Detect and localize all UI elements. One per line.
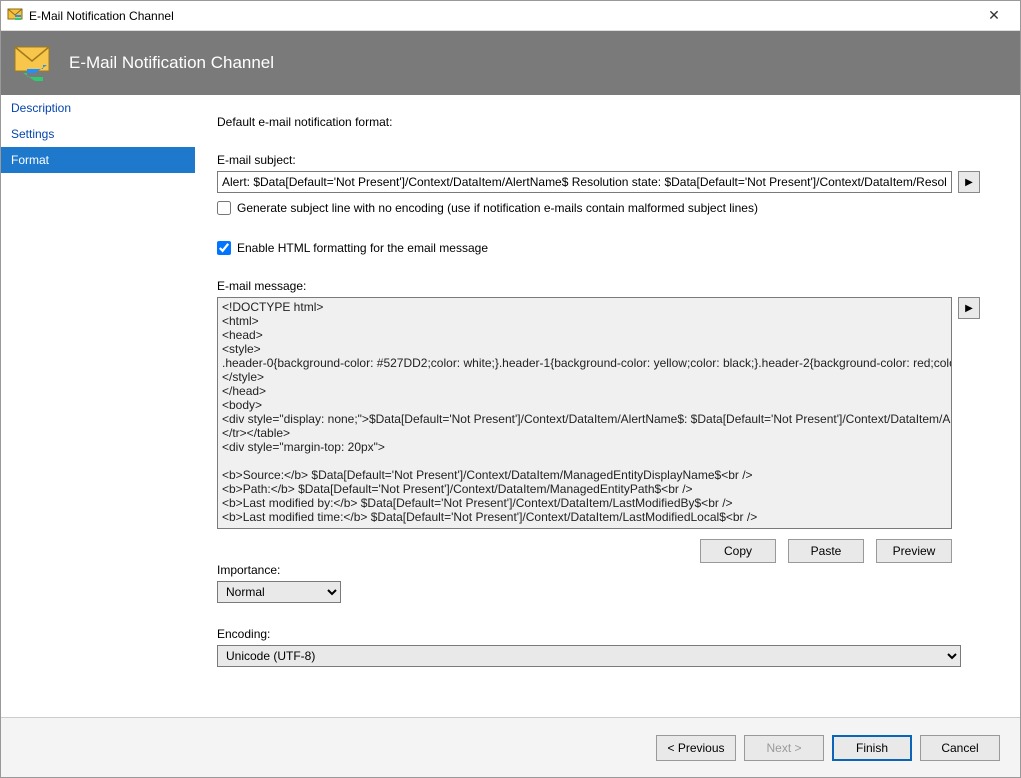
dialog-window: E-Mail Notification Channel ✕ E-Mail Not… bbox=[0, 0, 1021, 778]
triangle-right-icon: ▶ bbox=[965, 177, 973, 188]
subject-variable-button[interactable]: ▶ bbox=[958, 171, 980, 193]
importance-select[interactable]: Normal bbox=[217, 581, 341, 603]
cancel-button[interactable]: Cancel bbox=[920, 735, 1000, 761]
sidebar-item-description[interactable]: Description bbox=[1, 95, 195, 121]
title-bar: E-Mail Notification Channel ✕ bbox=[1, 1, 1020, 31]
enable-html-checkbox[interactable] bbox=[217, 241, 231, 255]
app-icon bbox=[7, 6, 23, 25]
generate-subject-checkbox[interactable] bbox=[217, 201, 231, 215]
encoding-label: Encoding: bbox=[217, 627, 998, 641]
message-variable-button[interactable]: ▶ bbox=[958, 297, 980, 319]
importance-label: Importance: bbox=[217, 563, 998, 577]
finish-button[interactable]: Finish bbox=[832, 735, 912, 761]
paste-button[interactable]: Paste bbox=[788, 539, 864, 563]
preview-button[interactable]: Preview bbox=[876, 539, 952, 563]
default-format-label: Default e-mail notification format: bbox=[217, 115, 998, 129]
generate-subject-label[interactable]: Generate subject line with no encoding (… bbox=[237, 201, 758, 215]
message-label: E-mail message: bbox=[217, 279, 998, 293]
next-button: Next > bbox=[744, 735, 824, 761]
previous-button[interactable]: < Previous bbox=[656, 735, 736, 761]
enable-html-label[interactable]: Enable HTML formatting for the email mes… bbox=[237, 241, 488, 255]
subject-input[interactable] bbox=[217, 171, 952, 193]
banner: E-Mail Notification Channel bbox=[1, 31, 1020, 95]
window-title: E-Mail Notification Channel bbox=[29, 9, 974, 23]
footer: < Previous Next > Finish Cancel bbox=[1, 717, 1020, 777]
copy-button[interactable]: Copy bbox=[700, 539, 776, 563]
sidebar-item-settings[interactable]: Settings bbox=[1, 121, 195, 147]
main-panel: Default e-mail notification format: E-ma… bbox=[195, 95, 1020, 717]
close-button[interactable]: ✕ bbox=[974, 7, 1014, 24]
triangle-right-icon: ▶ bbox=[965, 303, 973, 314]
encoding-select[interactable]: Unicode (UTF-8) bbox=[217, 645, 961, 667]
sidebar-item-format[interactable]: Format bbox=[1, 147, 195, 173]
banner-icon bbox=[13, 43, 57, 84]
sidebar: Description Settings Format bbox=[1, 95, 195, 717]
message-textarea[interactable] bbox=[217, 297, 952, 529]
subject-label: E-mail subject: bbox=[217, 153, 998, 167]
banner-title: E-Mail Notification Channel bbox=[69, 53, 274, 73]
